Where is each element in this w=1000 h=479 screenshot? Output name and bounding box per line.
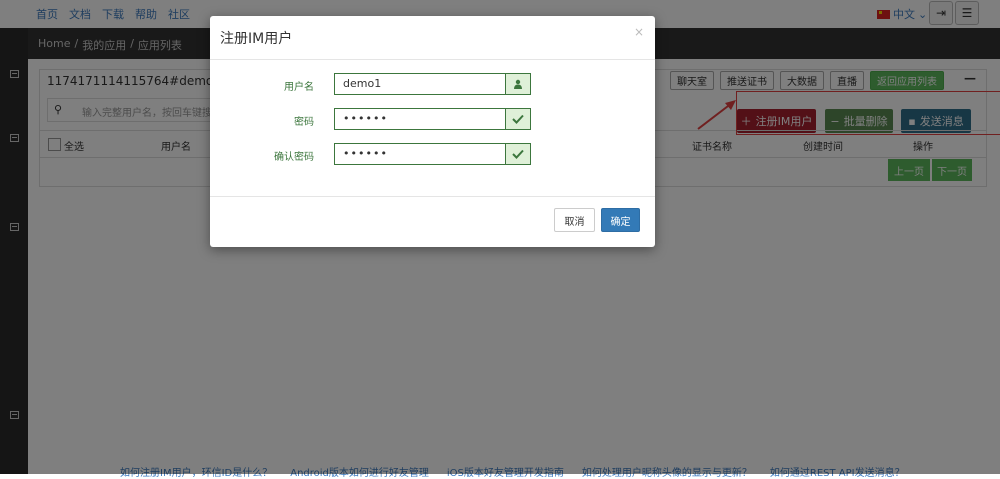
confirm-button[interactable]: 确定 xyxy=(601,208,640,232)
password-field[interactable]: •••••• xyxy=(334,108,505,130)
close-icon[interactable]: × xyxy=(634,25,644,39)
username-row: 用户名 demo1 xyxy=(210,73,655,97)
cancel-button[interactable]: 取消 xyxy=(554,208,595,232)
password-row: 密码 •••••• xyxy=(210,108,655,132)
password-label: 密码 xyxy=(294,117,314,128)
confirm-password-label: 确认密码 xyxy=(274,152,314,163)
dialog-header: 注册IM用户 × xyxy=(210,16,655,60)
confirm-password-row: 确认密码 •••••• xyxy=(210,143,655,167)
username-field[interactable]: demo1 xyxy=(334,73,505,95)
check-icon xyxy=(505,143,531,165)
user-icon xyxy=(505,73,531,95)
check-icon xyxy=(505,108,531,130)
dialog-footer: 取消 确定 xyxy=(210,196,655,248)
register-user-dialog: 注册IM用户 × 用户名 demo1 密码 •••••• 确认密码 •••••• xyxy=(210,16,655,247)
confirm-password-field[interactable]: •••••• xyxy=(334,143,505,165)
username-label: 用户名 xyxy=(284,82,314,93)
dialog-title: 注册IM用户 xyxy=(220,31,293,47)
